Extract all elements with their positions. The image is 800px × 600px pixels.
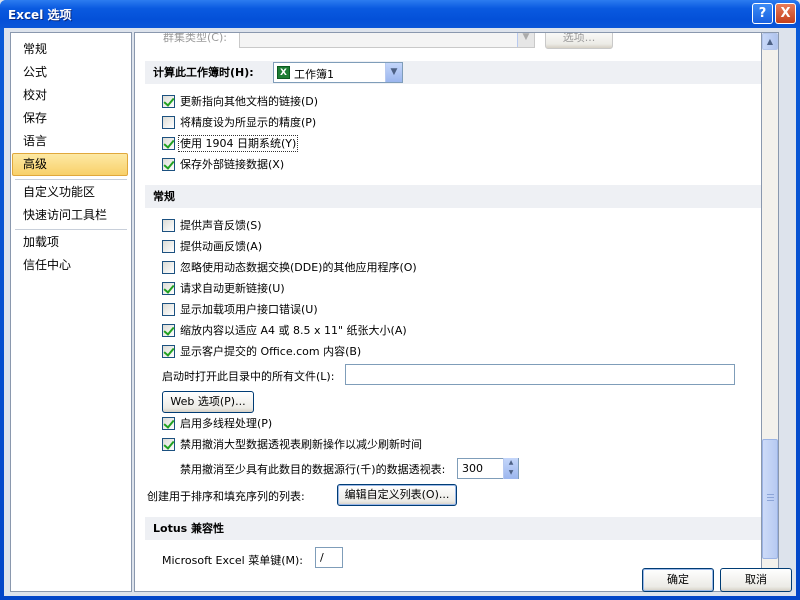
grip-line (767, 497, 774, 498)
dialog-client: 常规 公式 校对 保存 语言 高级 自定义功能区 快速访问工具栏 加载项 信任中… (4, 28, 796, 596)
animation-feedback-checkbox[interactable] (162, 240, 175, 253)
disable-pivot-undo-checkbox[interactable] (162, 438, 175, 451)
category-nav: 常规 公式 校对 保存 语言 高级 自定义功能区 快速访问工具栏 加载项 信任中… (10, 32, 132, 592)
animation-feedback-label: 提供动画反馈(A) (180, 240, 263, 253)
menu-key-input[interactable]: / (315, 547, 343, 568)
calc-workbook-label: 计算此工作簿时(H): (153, 66, 254, 79)
custom-lists-label: 创建用于排序和填充序列的列表: (147, 490, 305, 503)
startup-folder-label: 启动时打开此目录中的所有文件(L): (162, 370, 335, 383)
chevron-down-icon: ▼ (517, 33, 534, 47)
pivot-undo-rows-stepper[interactable]: 300 ▲ ▼ (457, 458, 519, 479)
update-links-label: 更新指向其他文档的链接(D) (180, 95, 319, 108)
nav-item-advanced[interactable]: 高级 (12, 153, 128, 176)
sound-feedback-label: 提供声音反馈(S) (180, 219, 262, 232)
pivot-undo-rows-value: 300 (462, 462, 483, 475)
lotus-section-header: Lotus 兼容性 (145, 517, 761, 540)
chevron-down-icon: ▼ (385, 63, 402, 82)
excel-workbook-icon: X (277, 66, 290, 79)
help-button[interactable]: ? (752, 3, 773, 24)
calc-section-header: 计算此工作簿时(H): (145, 61, 761, 84)
spin-up-icon[interactable]: ▲ (504, 458, 518, 468)
close-icon: X (780, 6, 791, 21)
cluster-type-combo[interactable]: ▼ (239, 33, 535, 48)
ask-update-links-checkbox[interactable] (162, 282, 175, 295)
menu-key-value: / (320, 551, 324, 564)
close-button[interactable]: X (775, 3, 796, 24)
nav-item-trust-center[interactable]: 信任中心 (11, 254, 131, 277)
workbook-select[interactable]: X 工作簿1 ▼ (273, 62, 403, 83)
nav-item-general[interactable]: 常规 (11, 38, 131, 61)
office-com-content-label: 显示客户提交的 Office.com 内容(B) (180, 345, 362, 358)
nav-divider (15, 179, 127, 180)
menu-key-label: Microsoft Excel 菜单键(M): (162, 554, 303, 567)
general-section-header: 常规 (145, 185, 761, 208)
addin-ui-errors-checkbox[interactable] (162, 303, 175, 316)
grip-line (767, 494, 774, 495)
scroll-up-arrow-icon[interactable]: ▲ (762, 33, 778, 50)
office-com-content-checkbox[interactable] (162, 345, 175, 358)
help-icon: ? (758, 6, 767, 21)
use-1904-date-label: 使用 1904 日期系统(Y) (177, 135, 299, 152)
multithread-label: 启用多线程处理(P) (180, 417, 273, 430)
save-external-link-label: 保存外部链接数据(X) (180, 158, 285, 171)
ok-button[interactable]: 确定 (642, 568, 714, 592)
grip-line (767, 500, 774, 501)
multithread-checkbox[interactable] (162, 417, 175, 430)
save-external-link-checkbox[interactable] (162, 158, 175, 171)
scale-a4-checkbox[interactable] (162, 324, 175, 337)
nav-item-language[interactable]: 语言 (11, 130, 131, 153)
precision-as-displayed-label: 将精度设为所显示的精度(P) (180, 116, 317, 129)
disable-pivot-undo-label: 禁用撤消大型数据透视表刷新操作以减少刷新时间 (180, 438, 422, 451)
vertical-scrollbar[interactable]: ▲ ▼ (762, 32, 779, 592)
update-links-checkbox[interactable] (162, 95, 175, 108)
title-bar[interactable]: Excel 选项 ? X (0, 0, 800, 28)
workbook-select-value: 工作簿1 (294, 68, 334, 81)
nav-item-customize-ribbon[interactable]: 自定义功能区 (11, 181, 131, 204)
use-1904-date-checkbox[interactable] (162, 137, 175, 150)
nav-item-add-ins[interactable]: 加载项 (11, 231, 131, 254)
precision-as-displayed-checkbox[interactable] (162, 116, 175, 129)
addin-ui-errors-label: 显示加载项用户接口错误(U) (180, 303, 318, 316)
nav-divider (15, 229, 127, 230)
cluster-type-label: 群集类型(C): (163, 32, 227, 44)
excel-options-window: Excel 选项 ? X 常规 公式 校对 保存 语言 高级 自定义功能区 快速… (0, 0, 800, 600)
startup-folder-input[interactable] (345, 364, 735, 385)
web-options-button[interactable]: Web 选项(P)... (162, 391, 254, 413)
edit-custom-lists-button[interactable]: 编辑自定义列表(O)... (337, 484, 457, 506)
cancel-button[interactable]: 取消 (720, 568, 792, 592)
sound-feedback-checkbox[interactable] (162, 219, 175, 232)
ask-update-links-label: 请求自动更新链接(U) (180, 282, 285, 295)
scale-a4-label: 缩放内容以适应 A4 或 8.5 x 11" 纸张大小(A) (180, 324, 407, 337)
pivot-undo-rows-label: 禁用撤消至少具有此数目的数据源行(千)的数据透视表: (180, 463, 446, 476)
spin-buttons[interactable]: ▲ ▼ (503, 458, 518, 479)
nav-item-quick-access-toolbar[interactable]: 快速访问工具栏 (11, 204, 131, 227)
scroll-thumb[interactable] (762, 439, 778, 559)
nav-item-save[interactable]: 保存 (11, 107, 131, 130)
cluster-options-button[interactable]: 选项... (545, 33, 613, 49)
ignore-dde-label: 忽略使用动态数据交换(DDE)的其他应用程序(O) (180, 261, 417, 274)
window-title: Excel 选项 (8, 8, 72, 22)
ignore-dde-checkbox[interactable] (162, 261, 175, 274)
advanced-options-panel: 群集类型(C): ▼ 选项... 计算此工作簿时(H): X 工作簿1 ▼ 更新… (134, 32, 762, 592)
nav-item-formulas[interactable]: 公式 (11, 61, 131, 84)
spin-down-icon[interactable]: ▼ (504, 468, 518, 478)
nav-item-proofing[interactable]: 校对 (11, 84, 131, 107)
